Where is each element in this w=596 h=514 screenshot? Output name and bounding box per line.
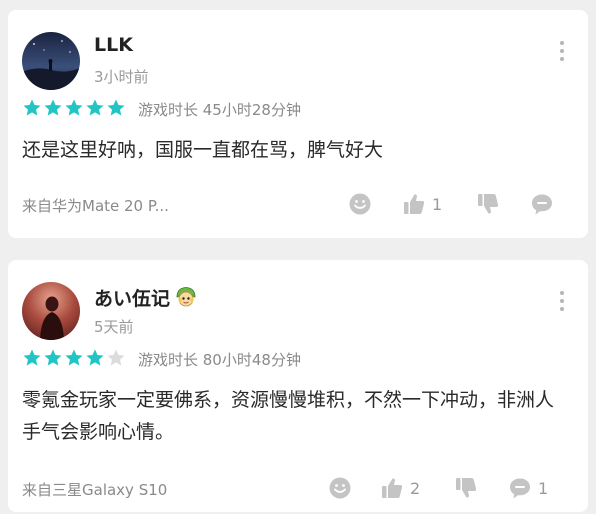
like-count: 2 [410,478,421,498]
username-row: あい伍记 [94,284,198,314]
comment-bubble-icon [532,194,552,215]
star-rating [22,98,127,118]
like-button[interactable]: 2 [380,476,420,500]
playtime: 游戏时长 80小时48分钟 [138,351,301,369]
star-icon [23,99,41,116]
star-empty-icon [107,349,125,366]
star-icon [86,349,104,366]
dislike-button[interactable] [454,476,478,500]
review-card: LLK 3小时前 游戏时长 45小时28分钟 还是这里好呐，国服一直都在骂，脾气… [8,10,588,238]
star-icon [86,99,104,116]
comment-bubble-icon [510,478,530,499]
cartoon-badge-icon [174,285,198,314]
comment-count: 1 [538,478,549,498]
review-content[interactable]: 还是这里好呐，国服一直都在骂，脾气好大 [22,134,570,166]
review-content[interactable]: 零氪金玩家一定要佛系，资源慢慢堆积，不然一下冲动，非洲人手气会影响心情。 [22,384,570,448]
thumbs-up-icon [404,194,425,214]
device-info: 来自三星Galaxy S10 [22,481,168,499]
device-info: 来自华为Mate 20 P... [22,197,169,215]
star-icon [65,99,83,116]
star-icon [65,349,83,366]
dislike-button[interactable] [476,192,500,216]
post-time: 5天前 [94,318,134,336]
star-icon [44,349,62,366]
post-time: 3小时前 [94,68,149,86]
thumbs-up-icon [382,478,403,498]
emoji-react-button[interactable] [328,476,352,500]
emoji-react-button[interactable] [348,192,372,216]
smiley-icon [349,193,371,215]
playtime: 游戏时长 45小时28分钟 [138,101,301,119]
like-count: 1 [432,194,443,214]
comment-button[interactable] [530,192,560,216]
more-options-icon[interactable] [558,40,566,62]
like-button[interactable]: 1 [402,192,442,216]
avatar[interactable] [22,282,80,340]
smiley-icon [329,477,351,499]
avatar[interactable] [22,32,80,90]
username[interactable]: あい伍记 [94,288,170,310]
star-icon [44,99,62,116]
star-rating [22,348,127,368]
more-options-icon[interactable] [558,290,566,312]
thumbs-down-icon [456,478,477,498]
review-card: あい伍记 5天前 游戏时长 80小时48分钟 零氪金玩家一定要佛系，资源慢慢堆积… [8,260,588,512]
comment-button[interactable]: 1 [508,476,548,500]
star-icon [23,349,41,366]
username[interactable]: LLK [94,34,133,56]
star-icon [107,99,125,116]
thumbs-down-icon [478,194,499,214]
